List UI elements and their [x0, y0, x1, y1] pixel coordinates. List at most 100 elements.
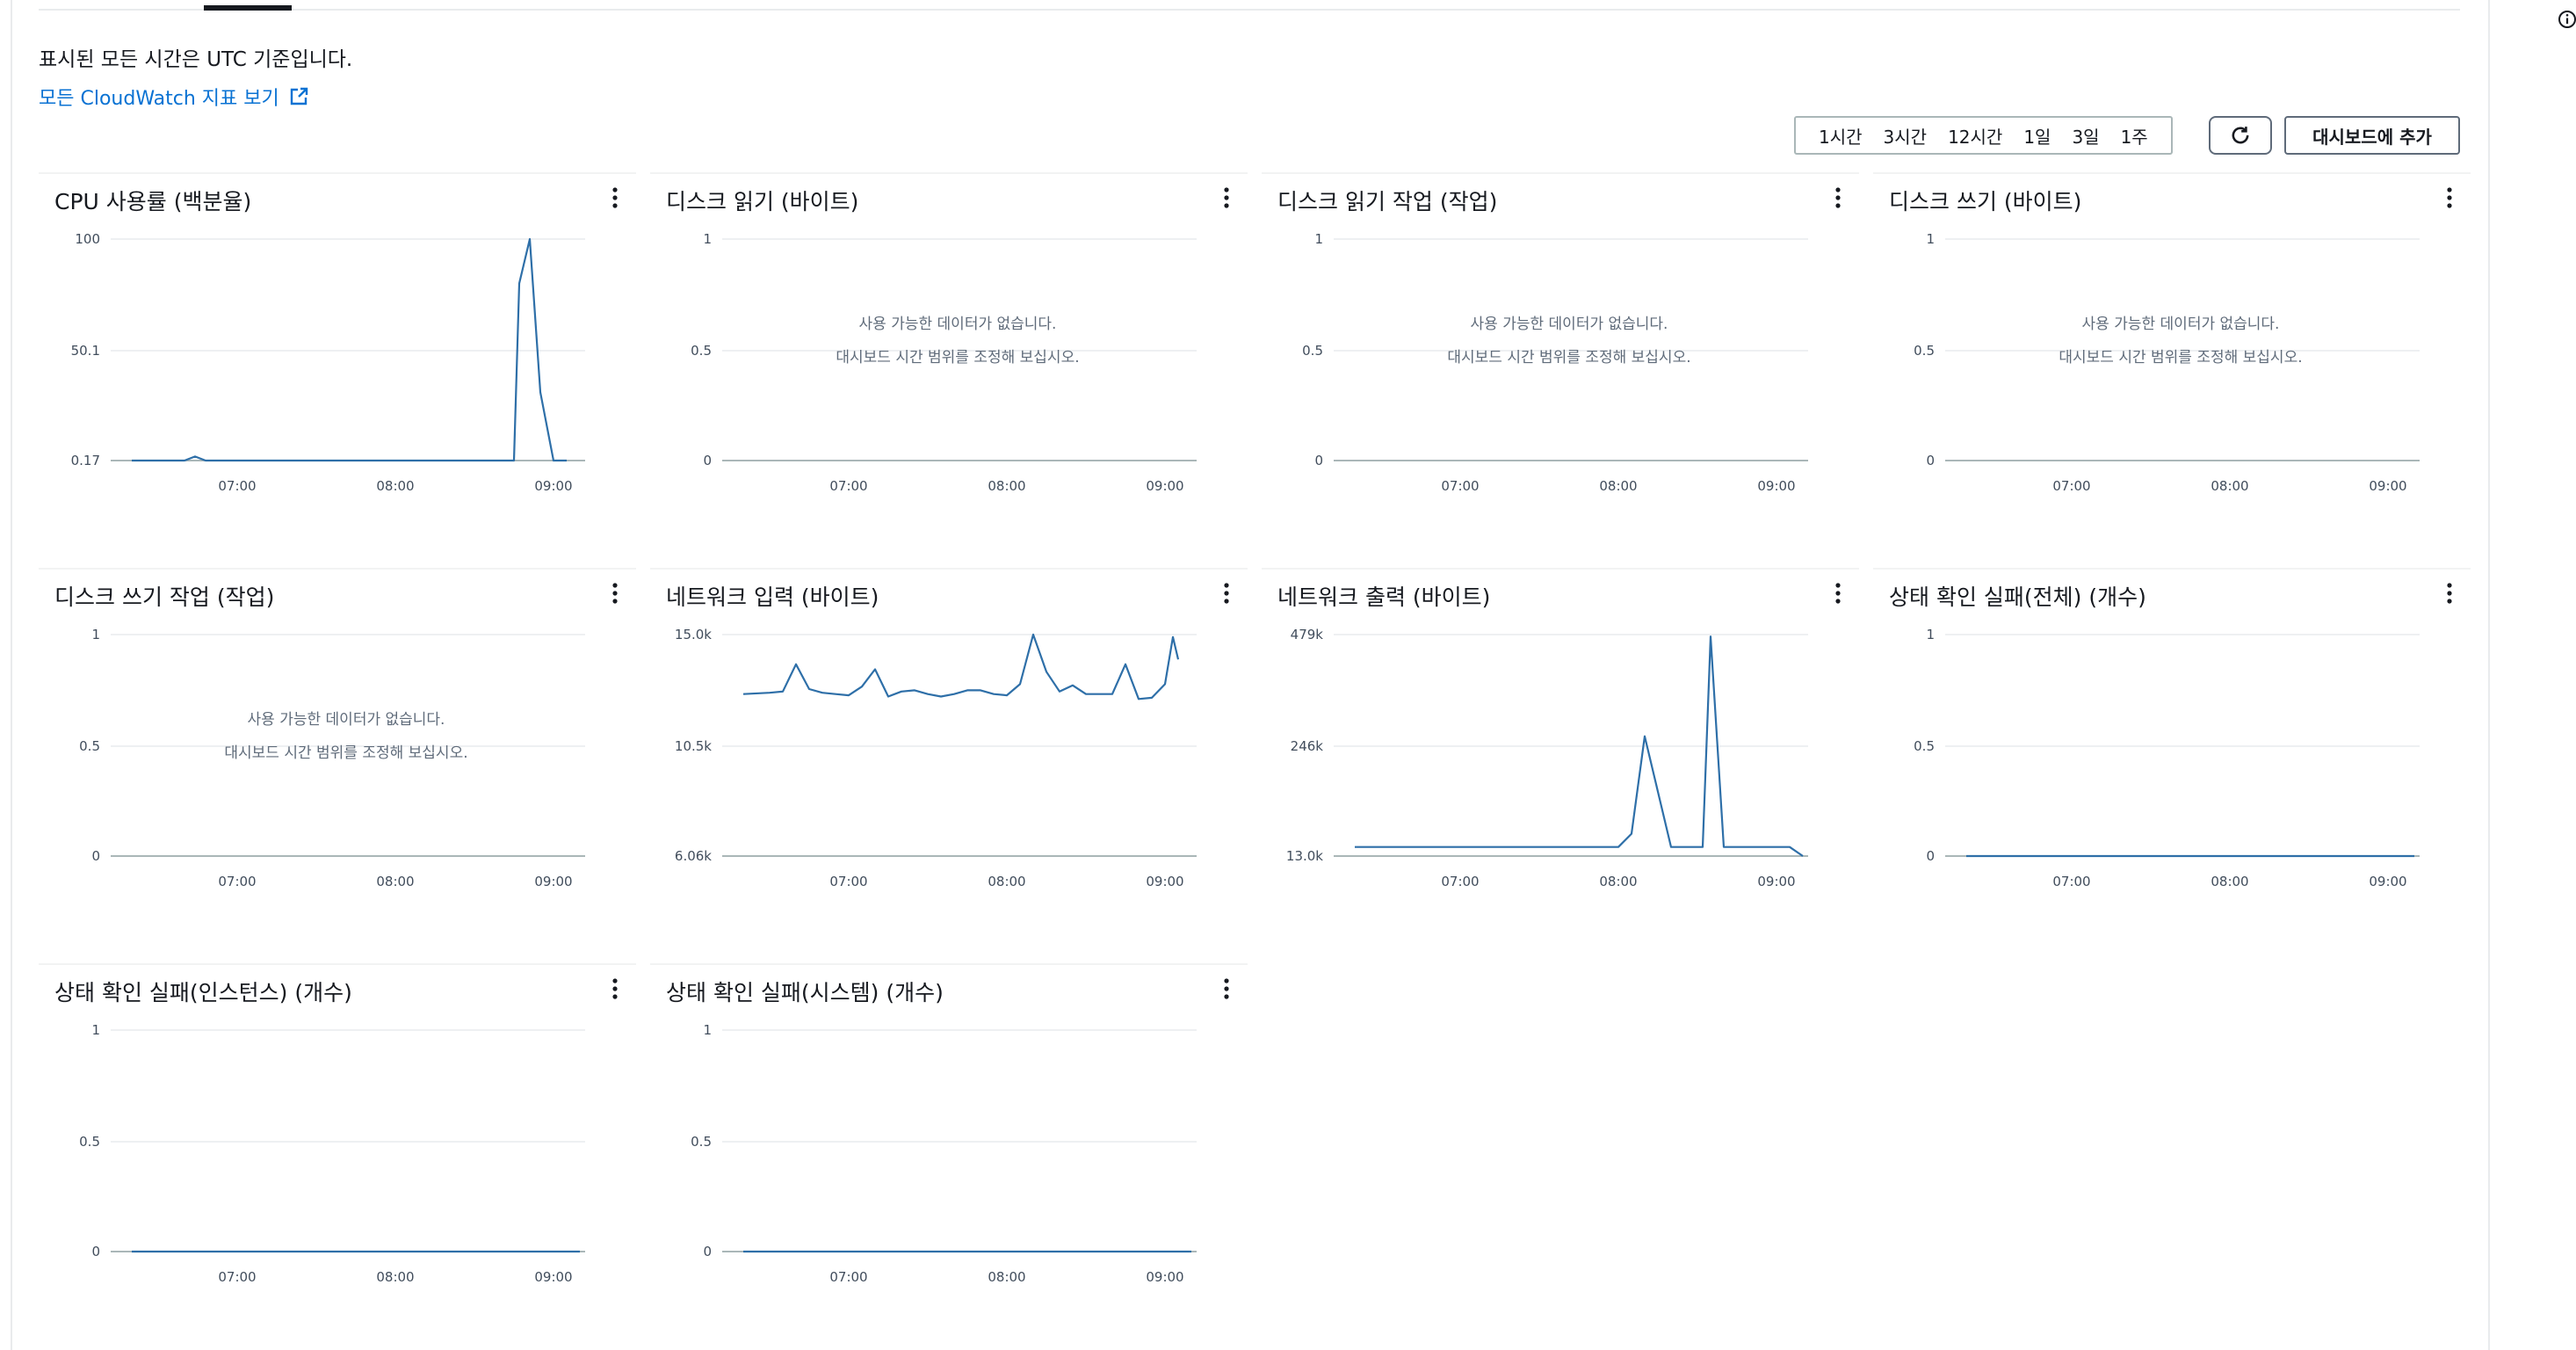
- y-tick-label: 0.17: [71, 453, 100, 468]
- series-line: [132, 237, 567, 462]
- refresh-icon: [2232, 127, 2249, 144]
- y-tick-label: 1: [91, 627, 100, 642]
- time-range-option[interactable]: 3시간: [1873, 123, 1938, 149]
- x-tick-label: 07:00: [2052, 874, 2090, 889]
- chart-canvas: 15.0k 10.5k 6.06k 07:00 08:00 09:00: [675, 627, 1197, 889]
- tabs-underline: [39, 9, 2460, 11]
- chart-canvas: 1 0.5 0 07:00 08:00 09:00 사용 가능한 데이터가 없습니다. 대시보…: [79, 627, 585, 889]
- metric-widget: 상태 확인 실패(전체) (개수) 1 0.5 0 07:00 08:00 09:00: [1873, 568, 2471, 954]
- y-tick-label: 1: [1926, 627, 1935, 642]
- y-tick-label: 1: [703, 231, 712, 247]
- y-tick-label: 0: [1926, 848, 1935, 864]
- y-tick-label: 1: [1314, 231, 1323, 247]
- view-all-cloudwatch-metrics-link[interactable]: 모든 CloudWatch 지표 보기: [39, 83, 309, 111]
- y-tick-label: 13.0k: [1286, 848, 1323, 864]
- x-tick-label: 09:00: [2369, 478, 2406, 494]
- x-tick-label: 08:00: [376, 478, 414, 494]
- x-tick-label: 07:00: [1441, 478, 1479, 494]
- y-tick-label: 0: [91, 1244, 100, 1259]
- no-data-message: 사용 가능한 데이터가 없습니다.: [248, 711, 445, 729]
- utc-timezone-note: 표시된 모든 시간은 UTC 기준입니다.: [39, 48, 353, 71]
- x-tick-label: 07:00: [829, 1269, 867, 1285]
- time-range-option[interactable]: 1시간: [1808, 123, 1873, 149]
- series-line: [742, 633, 1180, 700]
- x-tick-label: 07:00: [1441, 874, 1479, 889]
- x-tick-label: 08:00: [1599, 478, 1637, 494]
- y-tick-label: 100: [75, 231, 100, 247]
- y-tick-label: 15.0k: [675, 627, 712, 642]
- y-tick-label: 0: [703, 453, 712, 468]
- metric-widget: 상태 확인 실패(시스템) (개수) 1 0.5 0 07:00 08:00 09:00: [650, 963, 1248, 1350]
- active-tab-indicator: [204, 5, 292, 11]
- no-data-message: 대시보드 시간 범위를 조정해 보십시오.: [224, 744, 467, 762]
- time-range-option[interactable]: 12시간: [1937, 123, 2013, 149]
- metric-widget: 디스크 읽기 작업 (작업) 1 0.5 0 07:00 08:00 09:00 사용 가능한…: [1262, 172, 1859, 559]
- metric-widget: 디스크 쓰기 (바이트) 1 0.5 0 07:00 08:00 09:00 사용 가능한 데…: [1873, 172, 2471, 559]
- no-data-message: 사용 가능한 데이터가 없습니다.: [859, 316, 1057, 333]
- y-tick-label: 1: [703, 1022, 712, 1038]
- y-tick-label: 0.5: [1302, 343, 1323, 359]
- y-tick-label: 6.06k: [675, 848, 712, 864]
- y-tick-label: 0: [1314, 453, 1323, 468]
- metric-widget: 디스크 읽기 (바이트) 1 0.5 0 07:00 08:00 09:00 사용 가능한 데…: [650, 172, 1248, 559]
- cloudwatch-monitoring-page: 표시된 모든 시간은 UTC 기준입니다. 모든 CloudWatch 지표 보…: [0, 0, 2576, 1350]
- y-tick-label: 1: [1926, 231, 1935, 247]
- time-range-option[interactable]: 3일: [2061, 123, 2109, 149]
- x-tick-label: 09:00: [1146, 874, 1183, 889]
- x-tick-label: 07:00: [218, 1269, 256, 1285]
- view-all-metrics-label: 모든 CloudWatch 지표 보기: [39, 88, 279, 110]
- no-data-message: 대시보드 시간 범위를 조정해 보십시오.: [2059, 349, 2302, 367]
- x-tick-label: 08:00: [1599, 874, 1637, 889]
- y-tick-label: 0: [703, 1244, 712, 1259]
- no-data-message: 대시보드 시간 범위를 조정해 보십시오.: [1447, 349, 1690, 367]
- chart-canvas: 1 0.5 0 07:00 08:00 09:00: [691, 1022, 1197, 1285]
- x-tick-label: 08:00: [2211, 874, 2248, 889]
- x-tick-label: 08:00: [988, 478, 1025, 494]
- metric-widget: 네트워크 입력 (바이트) 15.0k 10.5k 6.06k 07:00 08:00 09…: [650, 568, 1248, 954]
- time-range-option[interactable]: 1일: [2013, 123, 2061, 149]
- info-icon[interactable]: [2557, 9, 2576, 30]
- help-panel: [2490, 0, 2576, 1350]
- y-tick-label: 0.5: [691, 1134, 712, 1150]
- refresh-button[interactable]: [2209, 116, 2272, 155]
- x-tick-label: 09:00: [534, 1269, 572, 1285]
- y-tick-label: 0.5: [1914, 738, 1935, 754]
- y-tick-label: 0: [91, 848, 100, 864]
- y-tick-label: 479k: [1291, 627, 1324, 642]
- chart-canvas: 1 0.5 0 07:00 08:00 09:00 사용 가능한 데이터가 없습니다. 대시보…: [691, 231, 1197, 494]
- metric-widget: 네트워크 출력 (바이트) 479k 246k 13.0k 07:00 08:00 09:0…: [1262, 568, 1859, 954]
- x-tick-label: 07:00: [218, 478, 256, 494]
- x-tick-label: 08:00: [376, 1269, 414, 1285]
- chart-canvas: 100 50.1 0.17 07:00 08:00 09:00: [71, 231, 585, 494]
- y-tick-label: 0.5: [691, 343, 712, 359]
- x-tick-label: 09:00: [1146, 478, 1183, 494]
- x-tick-label: 08:00: [2211, 478, 2248, 494]
- x-tick-label: 09:00: [534, 478, 572, 494]
- chart-canvas: 1 0.5 0 07:00 08:00 09:00 사용 가능한 데이터가 없습니다. 대시보…: [1914, 231, 2420, 494]
- chart-canvas: 1 0.5 0 07:00 08:00 09:00: [79, 1022, 585, 1285]
- x-tick-label: 07:00: [2052, 478, 2090, 494]
- metric-widget: 상태 확인 실패(인스턴스) (개수) 1 0.5 0 07:00 08:00 09:00: [39, 963, 636, 1350]
- no-data-message: 사용 가능한 데이터가 없습니다.: [1471, 316, 1668, 333]
- x-tick-label: 09:00: [1757, 478, 1795, 494]
- y-tick-label: 50.1: [71, 343, 100, 359]
- left-border: [11, 0, 12, 1350]
- x-tick-label: 08:00: [988, 1269, 1025, 1285]
- chart-canvas: 1 0.5 0 07:00 08:00 09:00: [1914, 627, 2420, 889]
- x-tick-label: 09:00: [534, 874, 572, 889]
- external-link-icon: [290, 87, 308, 105]
- x-tick-label: 09:00: [1757, 874, 1795, 889]
- add-to-dashboard-button[interactable]: 대시보드에 추가: [2284, 116, 2460, 155]
- x-tick-label: 07:00: [218, 874, 256, 889]
- y-tick-label: 0.5: [79, 738, 100, 754]
- x-tick-label: 08:00: [988, 874, 1025, 889]
- time-range-option[interactable]: 1주: [2110, 123, 2159, 149]
- y-tick-label: 0.5: [1914, 343, 1935, 359]
- y-tick-label: 1: [91, 1022, 100, 1038]
- metric-widget: CPU 사용률 (백분율) 100 50.1 0.17 07:00 08:00 09:00: [39, 172, 636, 559]
- time-range-selector: 1시간 3시간 12시간 1일 3일 1주: [1794, 116, 2173, 155]
- y-tick-label: 0.5: [79, 1134, 100, 1150]
- y-tick-label: 10.5k: [675, 738, 712, 754]
- x-tick-label: 08:00: [376, 874, 414, 889]
- y-tick-label: 246k: [1291, 738, 1324, 754]
